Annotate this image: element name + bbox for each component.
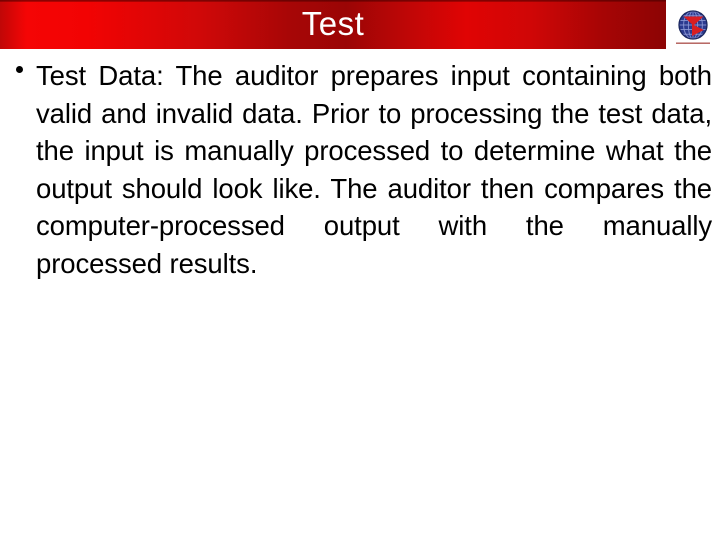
page-title: Test [301, 5, 365, 42]
bullet-text: Test Data: The auditor prepares input co… [36, 60, 712, 279]
slide-body: Test Data: The auditor prepares input co… [0, 49, 720, 540]
title-banner: Test [0, 0, 666, 49]
list-item: Test Data: The auditor prepares input co… [14, 57, 712, 283]
bullet-marker-icon [16, 66, 23, 73]
globe-arrow-logo-icon [672, 8, 714, 48]
